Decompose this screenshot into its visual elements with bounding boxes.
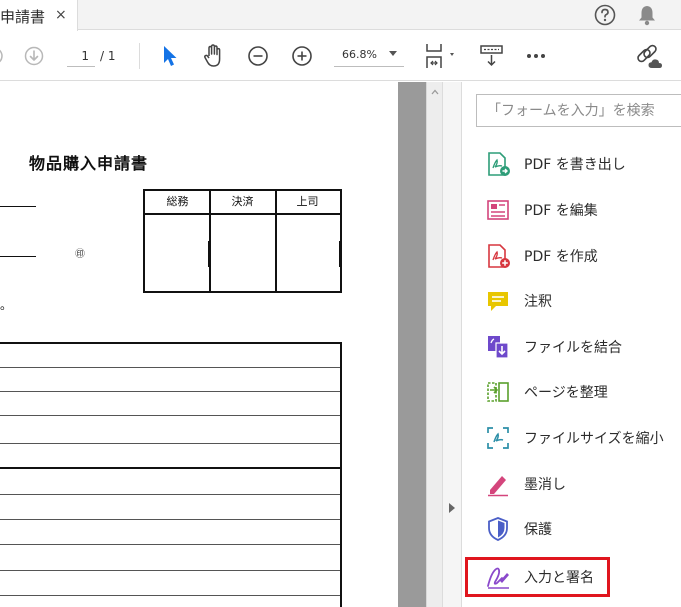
page-number-input[interactable] xyxy=(67,45,95,67)
approval-header-general-affairs: 総務 xyxy=(166,195,189,208)
toolbar-divider xyxy=(139,43,140,69)
tool-protect[interactable]: 保護 xyxy=(478,511,678,547)
tool-combine-files[interactable]: ファイルを結合 xyxy=(478,329,678,365)
zoom-out-icon[interactable] xyxy=(247,45,269,67)
zoom-level-value: 66.8% xyxy=(342,48,377,61)
tab-close-icon[interactable]: × xyxy=(55,7,67,23)
table-row xyxy=(0,415,340,416)
fill-sign-icon xyxy=(487,567,509,589)
approval-header-supervisor: 上司 xyxy=(296,195,319,208)
tool-search-input[interactable] xyxy=(476,94,681,127)
form-field-line[interactable] xyxy=(0,256,36,257)
tool-organize-pages[interactable]: ページを整理 xyxy=(478,374,678,410)
approval-header-row: 総務 決済 上司 xyxy=(145,191,340,215)
table-row xyxy=(0,467,340,469)
vertical-scrollbar[interactable] xyxy=(426,82,442,607)
select-cursor-icon[interactable] xyxy=(162,44,178,68)
help-icon[interactable] xyxy=(594,4,616,26)
tool-redact[interactable]: 墨消し xyxy=(478,466,678,502)
tools-pane-collapse-handle[interactable] xyxy=(442,82,462,607)
table-row xyxy=(0,544,340,545)
tool-create-pdf[interactable]: PDF を作成 xyxy=(478,238,678,274)
tool-edit-pdf[interactable]: PDF を編集 xyxy=(478,192,678,228)
zoom-level-dropdown[interactable]: 66.8% xyxy=(334,45,404,67)
tool-label: PDF を作成 xyxy=(524,249,598,265)
combine-files-icon xyxy=(488,336,509,359)
tab-bar: 申請書 × xyxy=(0,0,681,31)
chevron-down-icon xyxy=(389,51,397,56)
document-tab[interactable]: 申請書 × xyxy=(0,0,78,31)
protect-icon xyxy=(488,517,508,541)
comment-icon xyxy=(488,292,508,311)
document-title: 物品購入申請書 xyxy=(29,154,149,173)
table-row xyxy=(0,519,340,520)
tab-title[interactable]: 申請書 xyxy=(0,6,45,27)
edit-pdf-icon xyxy=(487,200,509,220)
page-total: / 1 xyxy=(100,49,116,63)
redact-icon xyxy=(488,476,508,497)
scroll-mode-icon[interactable] xyxy=(479,44,505,68)
tool-label: ファイルを結合 xyxy=(524,340,622,356)
hand-tool-icon[interactable] xyxy=(202,43,226,69)
tools-pane: PDF を書き出し PDF を編集 PDF を作成 注釈 xyxy=(462,82,681,607)
approval-header-settlement: 決済 xyxy=(231,195,254,208)
chevron-right-icon[interactable] xyxy=(449,503,455,513)
table-row xyxy=(0,443,340,444)
zoom-in-icon[interactable] xyxy=(291,45,313,67)
tool-fill-and-sign[interactable]: 入力と署名 xyxy=(465,557,610,597)
next-page-icon[interactable] xyxy=(24,46,44,66)
tool-compress-pdf[interactable]: ファイルサイズを縮小 xyxy=(478,420,678,456)
table-divider xyxy=(275,191,277,291)
table-row xyxy=(0,367,340,368)
document-background xyxy=(398,82,426,607)
scroll-up-chevron-icon[interactable] xyxy=(431,88,439,96)
tool-label: ファイルサイズを縮小 xyxy=(524,431,664,447)
table-row xyxy=(0,494,340,495)
tool-label: 入力と署名 xyxy=(524,570,594,586)
seal-mark: ㊞ xyxy=(75,249,85,260)
notifications-bell-icon[interactable] xyxy=(637,4,657,26)
tool-label: PDF を編集 xyxy=(524,203,598,219)
export-pdf-icon xyxy=(488,152,510,176)
items-table xyxy=(0,342,342,607)
tool-label: 墨消し xyxy=(524,477,566,493)
table-row xyxy=(0,595,340,596)
more-tools-icon[interactable] xyxy=(526,53,546,59)
approval-stamp-table: 総務 決済 上司 xyxy=(143,189,342,293)
document-page: 物品購入申請書 ㊞ 。 総務 決済 上司 xyxy=(0,82,398,607)
tool-export-pdf[interactable]: PDF を書き出し xyxy=(478,146,678,182)
share-link-icon[interactable] xyxy=(634,42,664,70)
form-field-line[interactable] xyxy=(0,206,36,207)
create-pdf-icon xyxy=(488,244,510,268)
tool-label: PDF を書き出し xyxy=(524,157,626,173)
previous-page-icon[interactable] xyxy=(0,47,4,65)
page-fit-icon[interactable] xyxy=(424,42,460,70)
tool-comment[interactable]: 注釈 xyxy=(478,283,678,319)
tool-label: 保護 xyxy=(524,522,552,538)
tool-label: ページを整理 xyxy=(524,385,608,401)
toolbar: / 1 66.8% xyxy=(0,31,681,81)
organize-pages-icon xyxy=(487,382,509,402)
text-fragment: 。 xyxy=(0,298,13,312)
table-divider xyxy=(208,241,211,267)
table-row xyxy=(0,391,340,392)
compress-pdf-icon xyxy=(487,427,509,449)
table-divider xyxy=(339,241,342,267)
table-row xyxy=(0,570,340,571)
tool-label: 注釈 xyxy=(524,294,552,310)
